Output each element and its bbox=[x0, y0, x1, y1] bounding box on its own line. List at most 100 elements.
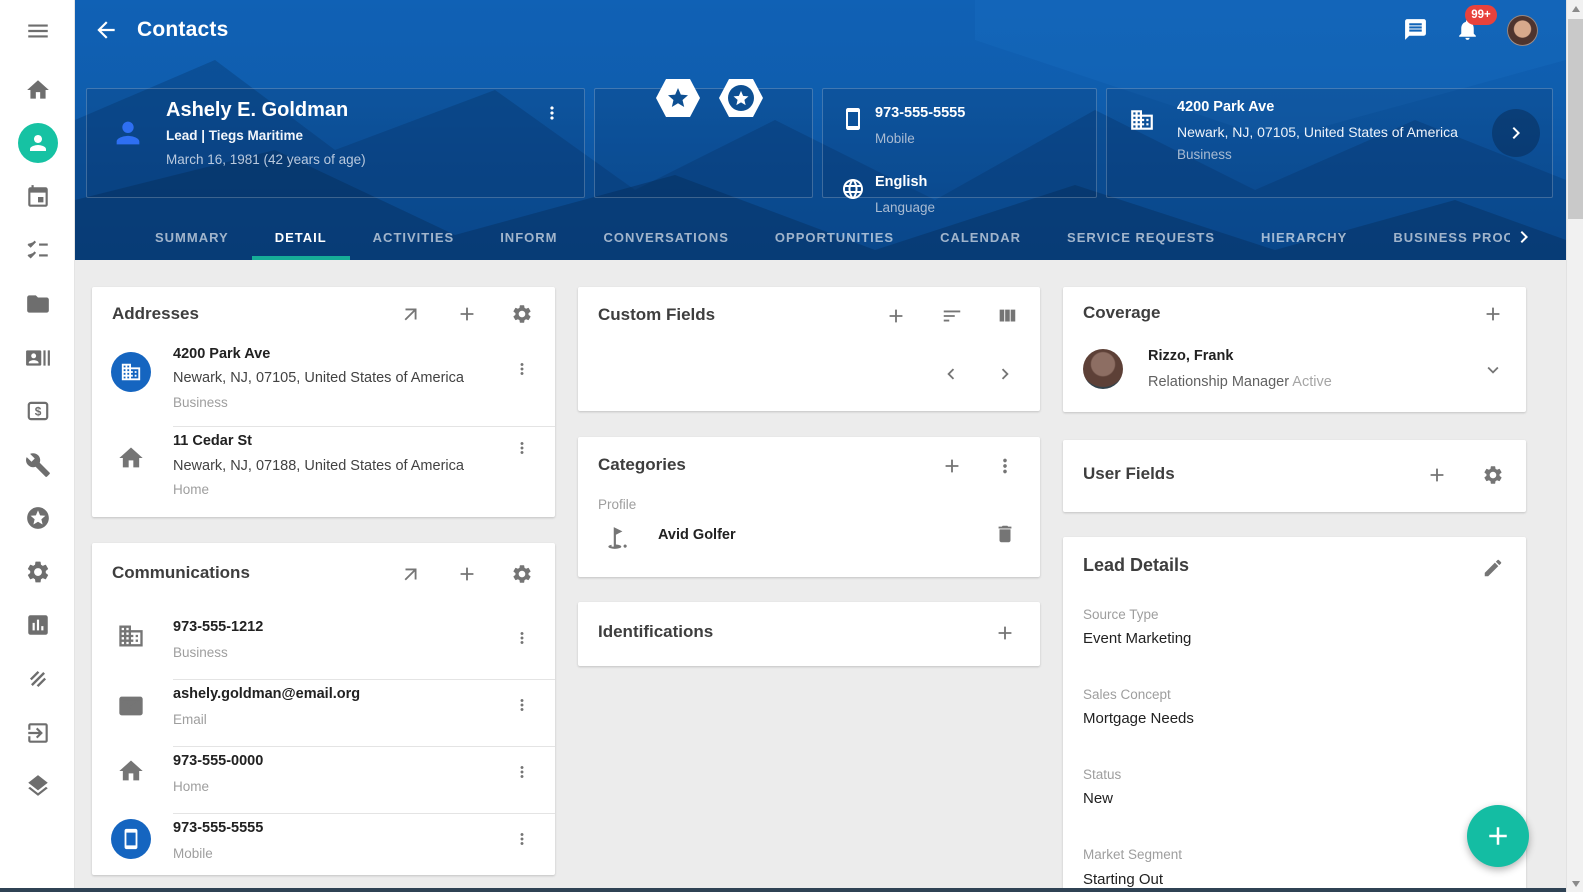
view-columns-icon[interactable] bbox=[996, 305, 1018, 327]
address-line1: 4200 Park Ave bbox=[173, 346, 270, 362]
sidebar-item-home[interactable] bbox=[0, 68, 75, 112]
gear-icon[interactable] bbox=[511, 303, 533, 325]
more-options-icon[interactable] bbox=[513, 696, 531, 714]
sidebar-item-directory[interactable] bbox=[0, 336, 75, 380]
tab-business-processes[interactable]: BUSINESS PROCESSES bbox=[1370, 215, 1510, 260]
add-icon[interactable] bbox=[941, 455, 963, 477]
communication-row[interactable]: 973-555-5555 Mobile bbox=[92, 814, 555, 874]
tab-service-requests[interactable]: SERVICE REQUESTS bbox=[1044, 215, 1238, 260]
gear-icon[interactable] bbox=[511, 563, 533, 585]
tab-activities[interactable]: ACTIVITIES bbox=[350, 215, 478, 260]
sidebar-item-billing[interactable]: $ bbox=[0, 389, 75, 433]
field-value: Starting Out bbox=[1083, 871, 1163, 888]
appbar-actions: 99+ bbox=[1403, 0, 1538, 60]
sidebar-item-rewards[interactable] bbox=[0, 496, 75, 540]
add-icon[interactable] bbox=[456, 303, 478, 325]
sort-icon[interactable] bbox=[941, 305, 963, 327]
business-icon bbox=[1129, 107, 1155, 133]
more-options-icon[interactable] bbox=[513, 629, 531, 647]
communication-value: 973-555-5555 bbox=[173, 820, 263, 836]
gear-icon[interactable] bbox=[1482, 464, 1504, 486]
scrollbar-thumb[interactable] bbox=[1568, 19, 1583, 219]
scroll-up-icon[interactable] bbox=[1567, 0, 1583, 17]
agreements-icon bbox=[25, 666, 51, 692]
more-options-icon[interactable] bbox=[513, 439, 531, 457]
field-label: Status bbox=[1083, 767, 1121, 782]
sidebar-item-tasks[interactable] bbox=[0, 228, 75, 272]
card-title: Addresses bbox=[112, 304, 199, 324]
delete-icon[interactable] bbox=[994, 523, 1016, 545]
more-options-icon[interactable] bbox=[513, 360, 531, 378]
communication-value: 973-555-0000 bbox=[173, 753, 263, 769]
add-icon[interactable] bbox=[456, 563, 478, 585]
sidebar-item-agreements[interactable] bbox=[0, 657, 75, 701]
person-icon bbox=[111, 116, 145, 150]
add-icon[interactable] bbox=[1426, 464, 1448, 486]
communication-row[interactable]: ashely.goldman@email.org Email bbox=[92, 680, 555, 746]
user-avatar[interactable] bbox=[1507, 15, 1538, 46]
sidebar-item-documents[interactable] bbox=[0, 282, 75, 326]
analytics-icon bbox=[25, 612, 51, 638]
vertical-scrollbar[interactable] bbox=[1566, 0, 1583, 892]
tab-hierarchy[interactable]: HIERARCHY bbox=[1238, 215, 1370, 260]
chevron-left-icon[interactable] bbox=[940, 363, 962, 385]
open-in-full-icon[interactable] bbox=[400, 563, 422, 585]
sidebar-item-contacts[interactable] bbox=[0, 121, 75, 165]
add-icon[interactable] bbox=[1482, 303, 1504, 325]
notifications-badge: 99+ bbox=[1465, 5, 1497, 25]
add-fab-button[interactable] bbox=[1467, 805, 1529, 867]
tab-detail[interactable]: DETAIL bbox=[252, 215, 350, 260]
address-line1: 11 Cedar St bbox=[173, 433, 252, 449]
rewards-icon bbox=[25, 505, 51, 531]
star-badge-icon[interactable] bbox=[654, 77, 702, 119]
home-icon bbox=[117, 757, 145, 790]
chevron-right-icon[interactable] bbox=[994, 363, 1016, 385]
back-icon[interactable] bbox=[93, 17, 119, 43]
star-circle-badge-icon[interactable] bbox=[717, 77, 765, 119]
tab-conversations[interactable]: CONVERSATIONS bbox=[580, 215, 751, 260]
address-type: Business bbox=[173, 395, 228, 410]
tab-opportunities[interactable]: OPPORTUNITIES bbox=[752, 215, 917, 260]
category-row[interactable]: Avid Golfer bbox=[578, 519, 1040, 565]
chevron-down-icon[interactable] bbox=[1482, 359, 1504, 381]
edit-icon[interactable] bbox=[1482, 557, 1504, 579]
open-in-full-icon[interactable] bbox=[400, 303, 422, 325]
tabs-bar: SUMMARY DETAIL ACTIVITIES INFORM CONVERS… bbox=[75, 215, 1566, 260]
communication-row[interactable]: 973-555-0000 Home bbox=[92, 747, 555, 813]
tab-inform[interactable]: INFORM bbox=[477, 215, 580, 260]
more-options-icon[interactable] bbox=[542, 103, 562, 123]
menu-icon[interactable] bbox=[0, 9, 75, 53]
add-icon[interactable] bbox=[994, 622, 1016, 644]
address-label: Business bbox=[1177, 147, 1232, 162]
communications-card: Communications 973-555-1212 Business bbox=[92, 543, 555, 875]
address-row[interactable]: 4200 Park Ave Newark, NJ, 07105, United … bbox=[92, 340, 555, 425]
contact-name: Ashely E. Goldman bbox=[166, 99, 348, 122]
more-options-icon[interactable] bbox=[994, 455, 1016, 477]
address-type: Home bbox=[173, 482, 209, 497]
sidebar-item-sign-out[interactable] bbox=[0, 711, 75, 755]
folder-icon bbox=[25, 291, 51, 317]
more-options-icon[interactable] bbox=[513, 830, 531, 848]
hero-next-icon[interactable] bbox=[1492, 109, 1540, 157]
home-icon bbox=[117, 444, 145, 477]
tabs: SUMMARY DETAIL ACTIVITIES INFORM CONVERS… bbox=[75, 215, 1510, 260]
sidebar-item-calendar[interactable] bbox=[0, 175, 75, 219]
more-options-icon[interactable] bbox=[513, 763, 531, 781]
sidebar-item-tools[interactable] bbox=[0, 443, 75, 487]
tab-summary[interactable]: SUMMARY bbox=[132, 215, 252, 260]
chat-icon[interactable] bbox=[1403, 17, 1429, 43]
coverage-avatar[interactable] bbox=[1083, 349, 1123, 389]
communication-row[interactable]: 973-555-1212 Business bbox=[92, 613, 555, 679]
scroll-down-icon[interactable] bbox=[1567, 875, 1583, 892]
tab-calendar[interactable]: CALENDAR bbox=[917, 215, 1044, 260]
sidebar-item-analytics[interactable] bbox=[0, 603, 75, 647]
category-group-label: Profile bbox=[598, 497, 636, 512]
sidebar-item-layers[interactable] bbox=[0, 764, 75, 808]
card-title: User Fields bbox=[1083, 464, 1175, 484]
status-badge: Active bbox=[1292, 374, 1332, 390]
add-icon[interactable] bbox=[885, 305, 907, 327]
tabs-scroll-right-icon[interactable] bbox=[1512, 225, 1536, 249]
address-row[interactable]: 11 Cedar St Newark, NJ, 07188, United St… bbox=[92, 427, 555, 512]
sidebar-item-settings[interactable] bbox=[0, 550, 75, 594]
notifications-icon[interactable]: 99+ bbox=[1455, 17, 1481, 43]
